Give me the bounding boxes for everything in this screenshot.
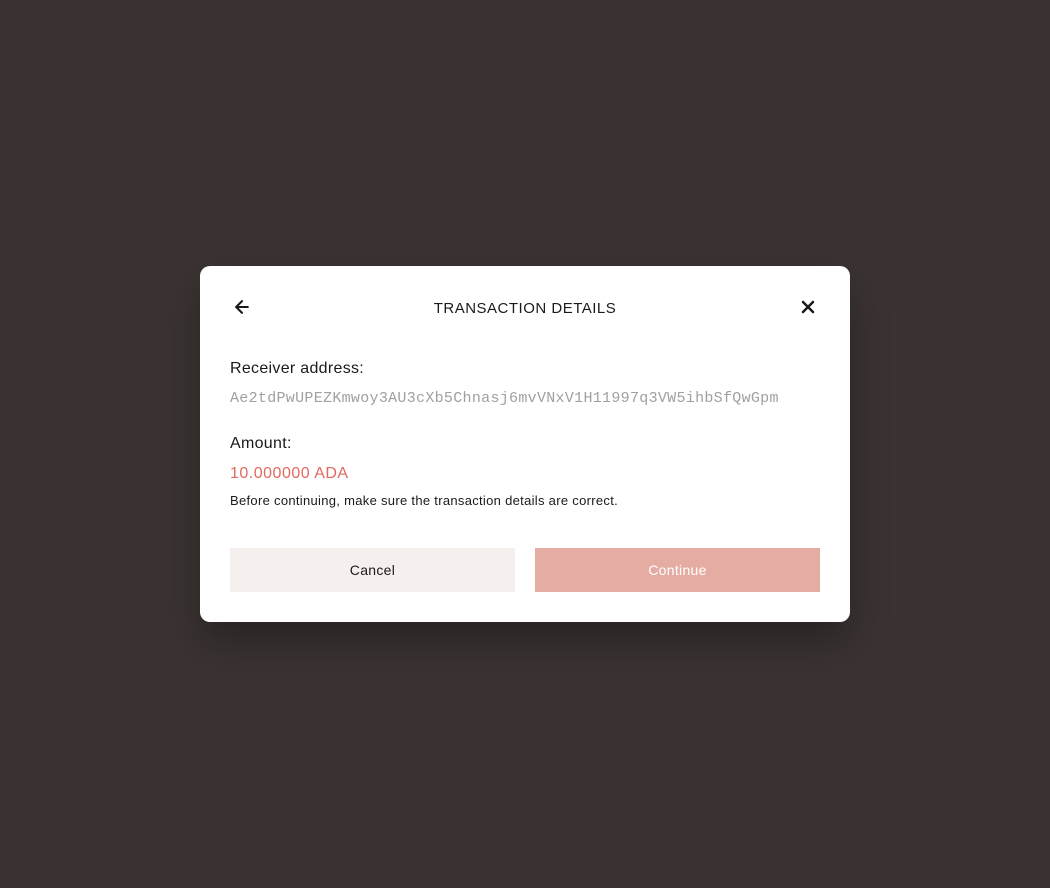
back-button[interactable]	[230, 296, 254, 320]
continue-button[interactable]: Continue	[535, 548, 820, 592]
receiver-address-label: Receiver address:	[230, 360, 820, 378]
button-row: Cancel Continue	[230, 548, 820, 592]
arrow-left-icon	[232, 297, 252, 320]
close-button[interactable]	[796, 296, 820, 320]
close-icon	[798, 297, 818, 320]
modal-body: Receiver address: Ae2tdPwUPEZKmwoy3AU3cX…	[230, 360, 820, 592]
cancel-button[interactable]: Cancel	[230, 548, 515, 592]
modal-header: TRANSACTION DETAILS	[230, 296, 820, 320]
amount-label: Amount:	[230, 435, 820, 453]
transaction-details-modal: TRANSACTION DETAILS Receiver address: Ae…	[200, 266, 850, 622]
amount-value: 10.000000 ADA	[230, 465, 820, 483]
receiver-address-value: Ae2tdPwUPEZKmwoy3AU3cXb5Chnasj6mvVNxV1H1…	[230, 390, 820, 407]
modal-title: TRANSACTION DETAILS	[254, 300, 796, 317]
warning-text: Before continuing, make sure the transac…	[230, 493, 820, 508]
